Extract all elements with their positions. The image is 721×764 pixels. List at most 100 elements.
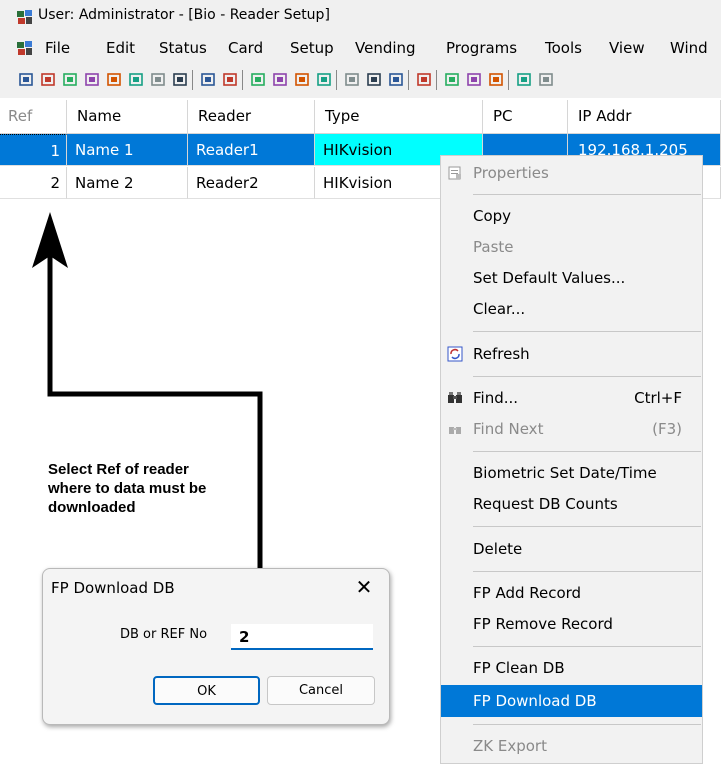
app-menu-icon[interactable] bbox=[16, 39, 34, 57]
ref-no-label: DB or REF No bbox=[120, 627, 208, 642]
ref-no-input[interactable]: 2 bbox=[231, 624, 373, 650]
menu-item-clear[interactable]: Clear... bbox=[441, 294, 702, 324]
download-icon[interactable] bbox=[416, 71, 433, 88]
annotation-line: downloaded bbox=[48, 499, 136, 516]
toolbar-separator bbox=[336, 70, 337, 90]
toolbar-separator bbox=[192, 70, 193, 90]
cancel-button[interactable]: Cancel bbox=[267, 676, 375, 705]
column-reader[interactable]: Reader bbox=[188, 100, 315, 133]
menu-item-label: Clear... bbox=[473, 300, 526, 318]
menu-item-refresh[interactable]: Refresh bbox=[441, 339, 702, 369]
menu-item-biometric-set-date[interactable]: Biometric Set Date/Time bbox=[441, 458, 702, 488]
menu-vending[interactable]: Vending bbox=[355, 39, 416, 57]
run-icon[interactable] bbox=[366, 71, 383, 88]
menu-item-find[interactable]: Find... Ctrl+F bbox=[441, 383, 702, 413]
person-icon[interactable] bbox=[316, 71, 333, 88]
cell-ref[interactable]: 2 bbox=[0, 167, 67, 199]
refresh-icon bbox=[447, 346, 463, 362]
menu-bar: File Edit Status Card Setup Vending Prog… bbox=[0, 34, 721, 62]
list-icon[interactable] bbox=[466, 71, 483, 88]
print-icon[interactable] bbox=[344, 71, 361, 88]
properties-icon bbox=[448, 166, 461, 180]
dialog-title: FP Download DB bbox=[51, 579, 175, 597]
menu-setup[interactable]: Setup bbox=[290, 39, 334, 57]
binoculars-icon bbox=[448, 392, 462, 403]
menu-programs[interactable]: Programs bbox=[446, 39, 517, 57]
menu-item-fp-add-record[interactable]: FP Add Record bbox=[441, 578, 702, 608]
tool-icon-5[interactable] bbox=[106, 71, 123, 88]
menu-item-paste[interactable]: Paste bbox=[441, 232, 702, 262]
menu-item-delete[interactable]: Delete bbox=[441, 534, 702, 564]
users-icon[interactable] bbox=[294, 71, 311, 88]
menu-item-set-default-values[interactable]: Set Default Values... bbox=[441, 263, 702, 293]
app-icon bbox=[17, 10, 32, 24]
column-ip[interactable]: IP Addr bbox=[568, 100, 721, 133]
menu-item-shortcut: Ctrl+F bbox=[634, 389, 682, 407]
menu-item-fp-remove-record[interactable]: FP Remove Record bbox=[441, 609, 702, 639]
toolbar-separator bbox=[408, 70, 409, 90]
menu-item-label: Biometric Set Date/Time bbox=[473, 464, 657, 482]
title-bar: User: Administrator - [Bio - Reader Setu… bbox=[0, 0, 721, 34]
menu-item-label: FP Clean DB bbox=[473, 659, 565, 677]
column-ref[interactable]: Ref bbox=[0, 100, 67, 133]
ok-button[interactable]: OK bbox=[153, 676, 260, 705]
toolbar bbox=[0, 62, 721, 98]
toolbar-separator bbox=[436, 70, 437, 90]
menu-separator bbox=[473, 526, 701, 527]
menu-item-label: Request DB Counts bbox=[473, 495, 618, 513]
column-name[interactable]: Name bbox=[67, 100, 188, 133]
refresh-icon[interactable] bbox=[388, 71, 405, 88]
cell-name[interactable]: Name 1 bbox=[67, 134, 188, 166]
menu-item-request-db-counts[interactable]: Request DB Counts bbox=[441, 489, 702, 519]
menu-edit[interactable]: Edit bbox=[106, 39, 135, 57]
menu-item-label: Find... bbox=[473, 389, 519, 407]
tool-icon-2[interactable] bbox=[40, 71, 57, 88]
grid-icon[interactable] bbox=[444, 71, 461, 88]
cell-ref[interactable]: 1 bbox=[0, 134, 67, 166]
clock-icon[interactable] bbox=[222, 71, 239, 88]
menu-file[interactable]: File bbox=[45, 39, 70, 57]
cell-name[interactable]: Name 2 bbox=[67, 167, 188, 199]
menu-item-properties[interactable]: Properties bbox=[441, 158, 702, 188]
menu-item-fp-download-db[interactable]: FP Download DB bbox=[441, 685, 702, 717]
menu-item-label: Copy bbox=[473, 207, 512, 225]
menu-item-label: Delete bbox=[473, 540, 523, 558]
help-icon[interactable] bbox=[516, 71, 533, 88]
menu-item-label: FP Download DB bbox=[473, 692, 597, 710]
close-icon[interactable]: ✕ bbox=[353, 577, 375, 599]
cell-reader[interactable]: Reader2 bbox=[188, 167, 315, 199]
column-pc[interactable]: PC bbox=[483, 100, 568, 133]
tool-icon-7[interactable] bbox=[150, 71, 167, 88]
tool-icon-1[interactable] bbox=[18, 71, 35, 88]
annotation-text: Select Ref of reader where to data must … bbox=[48, 460, 278, 517]
annotation-line: where to data must be bbox=[48, 480, 207, 497]
grid-header: Ref Name Reader Type PC IP Addr bbox=[0, 100, 721, 134]
menu-item-zk-export[interactable]: ZK Export bbox=[441, 731, 702, 761]
menu-separator bbox=[473, 451, 701, 452]
menu-view[interactable]: View bbox=[609, 39, 645, 57]
tool-icon-8[interactable] bbox=[172, 71, 189, 88]
menu-card[interactable]: Card bbox=[228, 39, 263, 57]
menu-item-label: FP Remove Record bbox=[473, 615, 613, 633]
cell-reader[interactable]: Reader1 bbox=[188, 134, 315, 166]
find-next-icon bbox=[449, 427, 461, 434]
menu-status[interactable]: Status bbox=[159, 39, 207, 57]
tool-icon-6[interactable] bbox=[128, 71, 145, 88]
menu-tools[interactable]: Tools bbox=[545, 39, 582, 57]
menu-item-fp-clean-db[interactable]: FP Clean DB bbox=[441, 653, 702, 683]
lock-icon[interactable] bbox=[272, 71, 289, 88]
menu-separator bbox=[473, 331, 701, 332]
menu-item-label: Set Default Values... bbox=[473, 269, 626, 287]
context-help-icon[interactable] bbox=[538, 71, 555, 88]
save-icon[interactable] bbox=[200, 71, 217, 88]
menu-window[interactable]: Wind bbox=[670, 39, 708, 57]
tool-icon-4[interactable] bbox=[84, 71, 101, 88]
menu-item-find-next[interactable]: Find Next (F3) bbox=[441, 414, 702, 444]
menu-separator bbox=[473, 571, 701, 572]
column-type[interactable]: Type bbox=[315, 100, 483, 133]
menu-item-copy[interactable]: Copy bbox=[441, 201, 702, 231]
menu-separator bbox=[473, 376, 701, 377]
window-icon[interactable] bbox=[488, 71, 505, 88]
user-icon[interactable] bbox=[250, 71, 267, 88]
tool-icon-3[interactable] bbox=[62, 71, 79, 88]
